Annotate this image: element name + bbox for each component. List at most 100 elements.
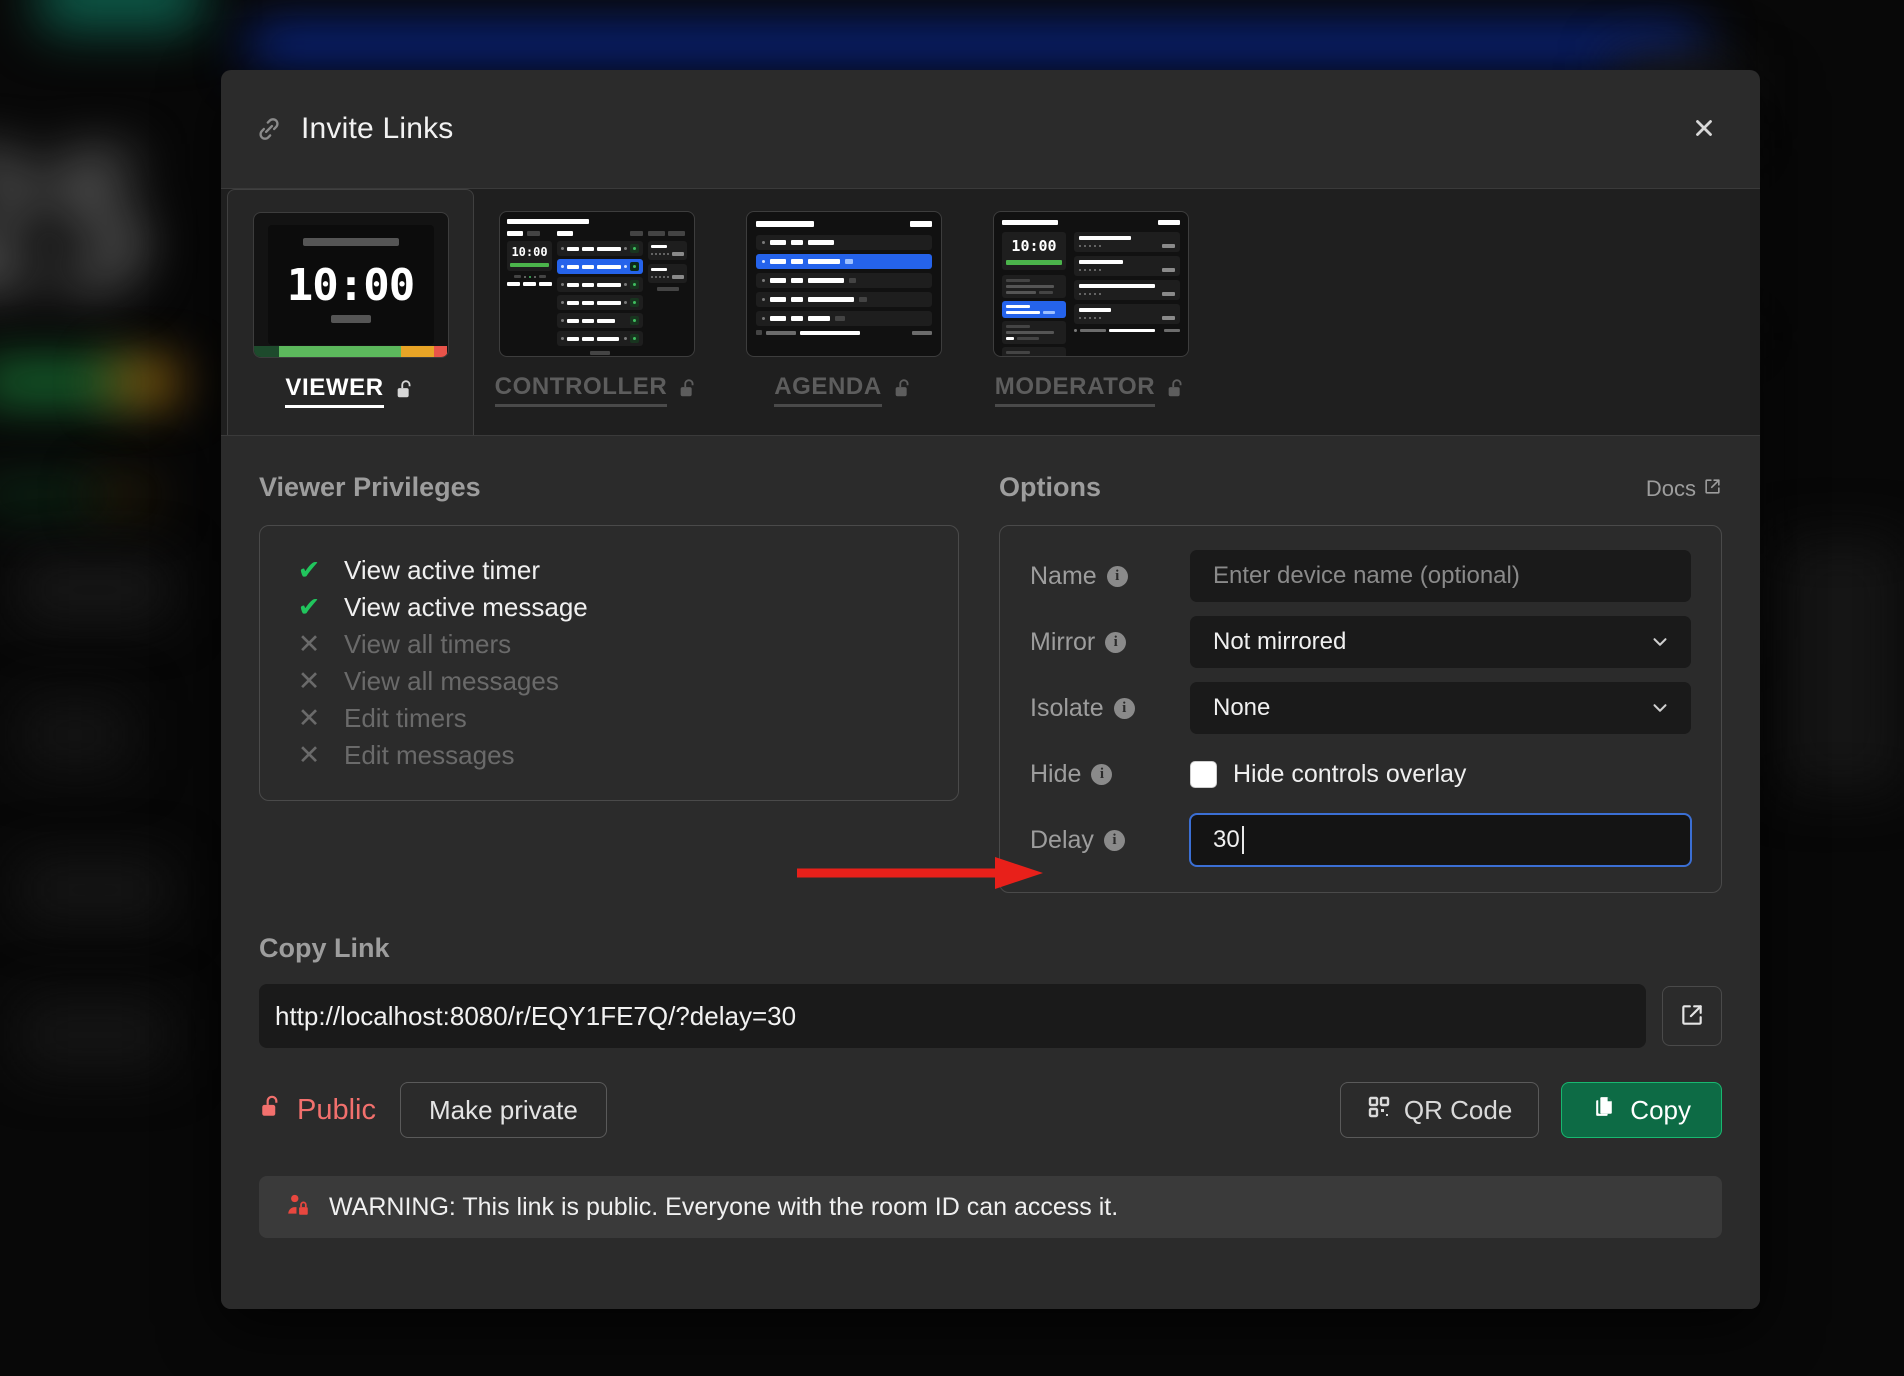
moderator-thumbnail: 10:00 [993, 211, 1189, 357]
privileges-section: Viewer Privileges ✔ View active timer ✔ … [259, 472, 959, 893]
privileges-title: Viewer Privileges [259, 472, 481, 502]
unlock-icon [892, 376, 914, 405]
info-icon[interactable]: i [1091, 763, 1113, 785]
dialog-body: Viewer Privileges ✔ View active timer ✔ … [221, 436, 1760, 1309]
tab-viewer[interactable]: 10:00 VIEWER [227, 189, 474, 435]
isolate-value: None [1213, 694, 1271, 721]
privilege-label: View active timer [344, 555, 541, 585]
link-actions: Public Make private QR Code Copy [259, 1082, 1722, 1138]
tab-agenda[interactable]: AGENDA [721, 189, 968, 435]
option-row-mirror: Mirror i Not mirrored [1030, 616, 1691, 668]
option-row-hide: Hide i Hide controls overlay [1030, 748, 1691, 800]
privilege-label: View all timers [344, 629, 512, 659]
unlock-icon [677, 376, 699, 405]
warning-text: WARNING: This link is public. Everyone w… [329, 1192, 1119, 1221]
qr-code-label: QR Code [1403, 1094, 1513, 1125]
hide-label-group: Hide i [1030, 760, 1190, 789]
privilege-label: Edit messages [344, 740, 515, 770]
unlock-icon [259, 1092, 285, 1128]
tab-controller-label: CONTROLLER [494, 373, 668, 407]
hide-controls-checkbox[interactable] [1190, 760, 1217, 788]
visibility-label: Public [297, 1093, 376, 1126]
privilege-row: ✕ View all messages [260, 663, 958, 700]
tab-moderator-label: MODERATOR [994, 373, 1156, 407]
controller-thumbnail: 10:00 [499, 211, 695, 357]
link-icon [255, 115, 283, 143]
privilege-row: ✕ View all timers [260, 626, 958, 663]
option-row-delay: Delay i 30 [1030, 814, 1691, 866]
invite-links-dialog: Invite Links 10:00 VIEWER 10:00 CONTROLL… [221, 70, 1760, 1309]
option-row-isolate: Isolate i None [1030, 682, 1691, 734]
privileges-list: ✔ View active timer ✔ View active messag… [259, 525, 959, 801]
check-icon: ✔ [297, 592, 321, 622]
make-private-button[interactable]: Make private [400, 1082, 607, 1138]
device-name-input[interactable] [1190, 550, 1691, 602]
options-section: Options Docs Name i Enter device name (o… [999, 472, 1722, 893]
name-label-group: Name i [1030, 562, 1190, 591]
background-timer-digits: 25 [0, 120, 153, 329]
copy-button[interactable]: Copy [1561, 1082, 1722, 1138]
share-url-input[interactable] [259, 984, 1646, 1048]
unlock-icon [394, 377, 416, 406]
hide-controls-label: Hide controls overlay [1233, 759, 1467, 788]
tab-agenda-label: AGENDA [774, 373, 882, 407]
qr-code-icon [1367, 1095, 1391, 1126]
name-label: Name [1030, 561, 1097, 590]
make-private-label: Make private [429, 1094, 578, 1125]
agenda-thumbnail [746, 211, 942, 357]
text-caret [1241, 826, 1244, 854]
docs-link[interactable]: Docs [1646, 476, 1722, 502]
copy-icon [1592, 1094, 1617, 1126]
info-icon[interactable]: i [1105, 631, 1127, 653]
privilege-row: ✕ Edit messages [260, 737, 958, 774]
open-external-icon [1679, 1002, 1705, 1031]
mirror-label-group: Mirror i [1030, 628, 1190, 657]
viewer-thumb-time: 10:00 [286, 259, 415, 311]
delay-label: Delay [1030, 825, 1094, 854]
isolate-label-group: Isolate i [1030, 694, 1190, 723]
mirror-value: Not mirrored [1213, 628, 1347, 655]
isolate-label: Isolate [1030, 693, 1104, 722]
mirror-select[interactable]: Not mirrored [1190, 616, 1691, 668]
delay-label-group: Delay i [1030, 826, 1190, 855]
docs-label: Docs [1645, 476, 1696, 501]
tab-moderator[interactable]: 10:00 MODERATOR [968, 189, 1215, 435]
role-tabs: 10:00 VIEWER 10:00 CONTROLLER AGENDA 10:… [221, 189, 1760, 436]
mirror-label: Mirror [1030, 627, 1096, 656]
info-icon[interactable]: i [1106, 565, 1128, 587]
cross-icon: ✕ [297, 740, 321, 770]
dialog-title: Invite Links [301, 112, 454, 145]
copy-link-section: Copy Link http://localhost:8080/r/EQY1FE… [259, 933, 1722, 1238]
check-icon: ✔ [297, 555, 321, 585]
external-link-icon [1703, 476, 1722, 502]
delay-value: 30 [1213, 826, 1240, 853]
options-title: Options [999, 472, 1101, 502]
copy-label: Copy [1630, 1094, 1691, 1125]
privilege-row: ✔ View active message [260, 589, 958, 626]
tab-viewer-label: VIEWER [285, 374, 384, 408]
dialog-header: Invite Links [221, 70, 1760, 189]
info-icon[interactable]: i [1113, 697, 1135, 719]
info-icon[interactable]: i [1103, 829, 1125, 851]
privilege-label: Edit timers [344, 703, 467, 733]
cross-icon: ✕ [297, 703, 321, 733]
cross-icon: ✕ [297, 666, 321, 696]
cross-icon: ✕ [297, 629, 321, 659]
visibility-status: Public [259, 1092, 376, 1128]
viewer-thumbnail: 10:00 [252, 212, 449, 358]
options-panel: Name i Mirror i [999, 525, 1722, 893]
open-link-button[interactable] [1662, 986, 1722, 1046]
isolate-select[interactable]: None [1190, 682, 1691, 734]
close-button[interactable] [1682, 107, 1726, 151]
user-lock-icon [285, 1192, 311, 1223]
qr-code-button[interactable]: QR Code [1339, 1082, 1540, 1138]
tab-controller[interactable]: 10:00 CONTROLLER [474, 189, 721, 435]
screen: 25 Invite Links [0, 0, 1904, 1376]
delay-input[interactable]: 30 [1190, 814, 1691, 866]
privilege-row: ✔ View active timer [260, 552, 958, 589]
close-icon [1691, 115, 1717, 144]
option-row-name: Name i [1030, 550, 1691, 602]
public-link-warning: WARNING: This link is public. Everyone w… [259, 1176, 1722, 1238]
hide-label: Hide [1030, 759, 1082, 788]
privilege-row: ✕ Edit timers [260, 700, 958, 737]
